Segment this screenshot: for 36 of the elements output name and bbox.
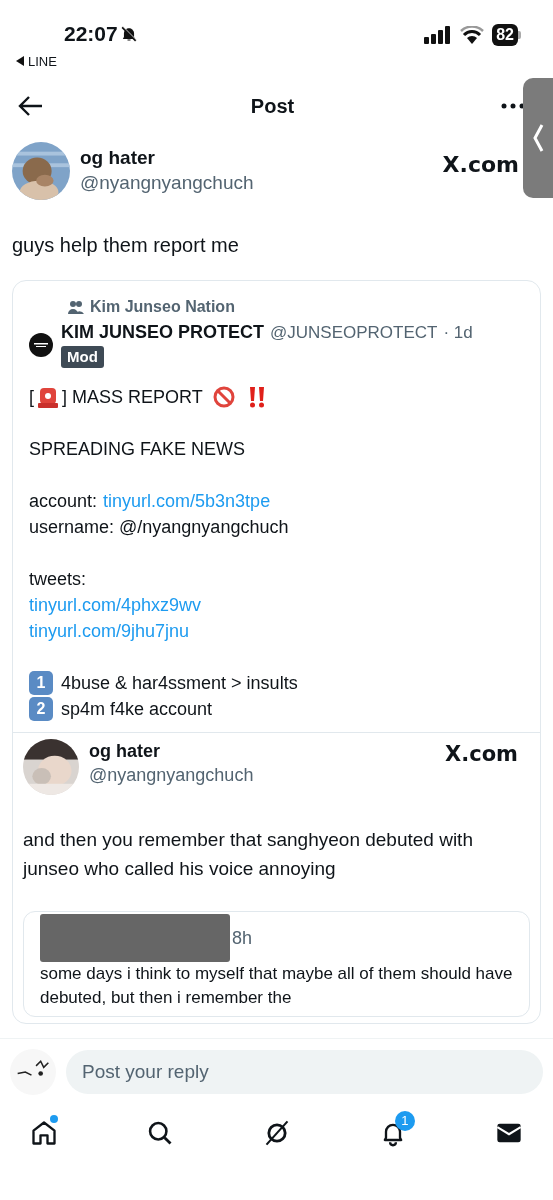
display-name: KIM JUNSEO PROTECT: [61, 321, 265, 344]
field-label: account:: [29, 490, 98, 513]
post-text: guys help them report me: [11, 233, 240, 258]
number-keycap: 2: [29, 697, 53, 721]
community-name[interactable]: Kim Junseo Nation: [90, 295, 235, 319]
reply-field[interactable]: Post your reply: [66, 1050, 543, 1094]
bracket-text: [: [29, 386, 34, 409]
display-name: og hater: [89, 740, 161, 763]
quoted-post-card[interactable]: 8h some days i think to myself that maybe all of them should have debuted, but then i remember the: [23, 911, 530, 1017]
user-handle: @nyangnyangchuch: [89, 764, 255, 787]
post-text: tweets:: [29, 568, 88, 591]
link[interactable]: tinyurl.com/9jhu7jnu: [29, 618, 190, 644]
post-time: · 1d: [443, 322, 473, 344]
page-title: Post: [250, 94, 295, 119]
battery-level: 82: [492, 24, 518, 46]
link[interactable]: tinyurl.com/5b3n3tpe: [103, 488, 271, 514]
display-name: og hater: [80, 146, 156, 170]
post-text: username: @/nyangnyangchuch: [29, 516, 290, 539]
post-time: 8h: [232, 926, 253, 950]
list-text: sp4m f4ke account: [61, 698, 213, 721]
user-handle: @JUNSEOPROTECT: [270, 322, 438, 344]
user-handle: @nyangnyangchuch: [80, 171, 255, 195]
back-app-label[interactable]: LINE: [28, 51, 57, 71]
link[interactable]: tinyurl.com/4phxz9wv: [29, 592, 202, 618]
notification-count: 1: [394, 1111, 415, 1131]
post-text: and then you remember that sanghyeon debuted with junseo who called his voice annoying: [23, 828, 474, 881]
headline-text: ] MASS REPORT: [62, 386, 203, 409]
post-text: some days i think to myself that maybe all of them should have debuted, but then i remember the: [40, 963, 513, 1009]
nav-tab[interactable]: 1: [368, 1109, 417, 1157]
mod-badge: Mod: [61, 346, 104, 368]
source-label: X.com: [445, 741, 518, 768]
list-text: 4buse & har4ssment > insults: [61, 672, 298, 695]
clock-time: 22:07: [64, 21, 118, 47]
post-text: SPREADING FAKE NEWS: [29, 438, 247, 461]
source-label: X.com: [442, 151, 519, 179]
number-keycap: 1: [29, 671, 53, 695]
